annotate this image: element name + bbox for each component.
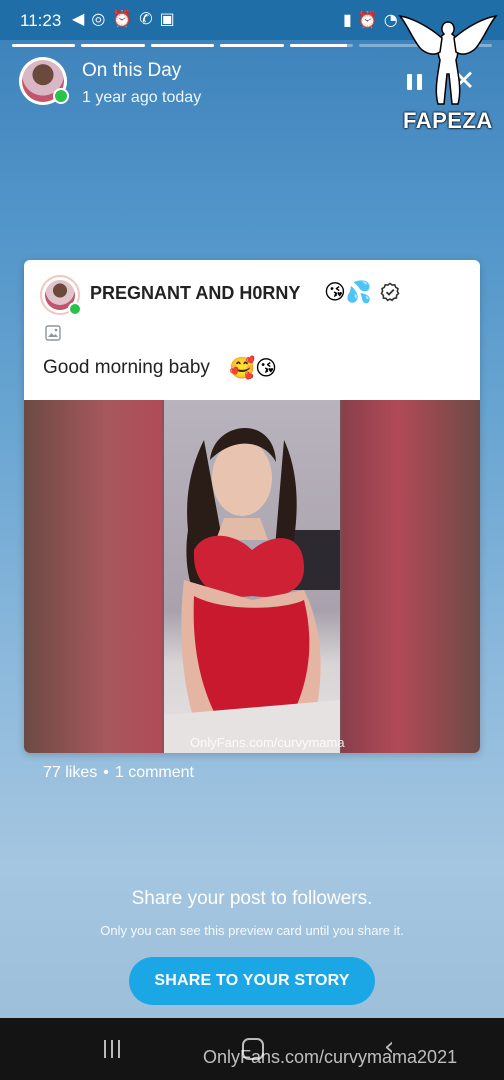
- progress-segment: [12, 44, 76, 47]
- progress-fill: [150, 44, 215, 47]
- card-online-indicator: [68, 302, 82, 316]
- share-subtitle: Only you can see this preview card until…: [100, 923, 404, 938]
- stats-separator: •: [103, 764, 109, 781]
- wifi-icon: ◔: [383, 10, 398, 29]
- telegram-icon: ◀: [72, 9, 85, 28]
- progress-segment: [220, 44, 284, 47]
- recent-apps-icon[interactable]: [102, 1040, 122, 1058]
- alarm-icon: ⏰: [112, 9, 133, 28]
- progress-segment: [150, 44, 215, 47]
- progress-fill: [220, 44, 284, 47]
- card-avatar[interactable]: [40, 275, 82, 316]
- photo-watermark: OnlyFans.com/curvymama: [190, 735, 345, 750]
- watermark-logo-text: FAPEZA: [403, 108, 493, 133]
- likes-count[interactable]: 77 likes: [43, 764, 97, 781]
- progress-fill: [12, 44, 76, 47]
- post-media[interactable]: OnlyFans.com/curvymama: [24, 400, 480, 753]
- progress-segment: [81, 44, 145, 47]
- post-text: Good morning baby: [43, 357, 210, 378]
- status-time: 11:23: [20, 11, 62, 30]
- post-stats: 77 likes • 1 comment: [43, 764, 194, 782]
- author-name-emoji: 😘💦: [324, 280, 373, 304]
- profile-avatar[interactable]: [19, 57, 69, 105]
- status-icons-left: ◀ ◎ ⏰ ✆ ▣: [72, 9, 175, 29]
- header-title: On this Day: [82, 60, 182, 81]
- photo-figure: [164, 427, 340, 753]
- gallery-icon: ▣: [159, 9, 175, 28]
- phone-wave-icon: ✆: [139, 9, 153, 28]
- comments-count[interactable]: 1 comment: [115, 764, 194, 781]
- progress-segment: [289, 44, 354, 47]
- progress-fill: [289, 44, 347, 47]
- status-icons-right: ▮ ⏰ ◔: [343, 10, 398, 30]
- progress-fill: [81, 44, 145, 47]
- verified-badge-icon: [380, 282, 400, 302]
- circle-app-icon: ◎: [91, 9, 106, 28]
- header-subtitle: 1 year ago today: [82, 89, 202, 106]
- online-indicator: [53, 88, 69, 104]
- post-photo: [164, 400, 340, 753]
- post-text-emoji: 🥰😘: [229, 356, 278, 380]
- author-name[interactable]: PREGNANT AND H0RNY: [90, 283, 300, 304]
- share-to-story-button[interactable]: SHARE TO YOUR STORY: [129, 957, 375, 1005]
- image-icon: [45, 325, 61, 341]
- battery-saver-icon: ▮: [343, 10, 352, 29]
- post-preview-card[interactable]: PREGNANT AND H0RNY 😘💦 Good morning baby …: [24, 260, 480, 753]
- footer-watermark: OnlyFans.com/curvymama2021: [203, 1047, 458, 1067]
- alarm-icon: ⏰: [357, 10, 378, 29]
- share-title: Share your post to followers.: [131, 888, 373, 909]
